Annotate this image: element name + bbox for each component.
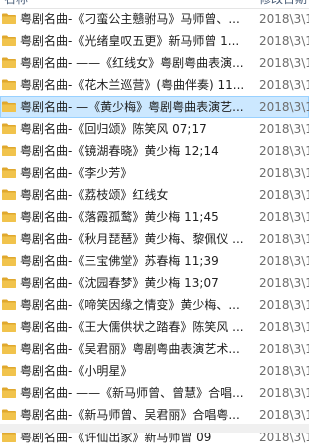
file-date-modified: 2018\3\1 <box>259 386 309 400</box>
file-name: 粤剧名曲-《沈园春梦》黄少梅 13;07 <box>20 276 219 290</box>
folder-icon <box>2 365 16 376</box>
file-name: 粤剧名曲-《三宝佛堂》苏春梅 11;39 <box>20 254 219 268</box>
folder-icon <box>2 233 16 244</box>
file-date-modified: 2018\3\1 <box>259 254 309 268</box>
file-row[interactable]: 粤剧名曲-《刁蛮公主戆驸马》马师曾、... 2018\3\1 <box>0 8 309 30</box>
file-row[interactable]: 粤剧名曲-《荔枝颂》红线女 2018\3\1 <box>0 184 309 206</box>
folder-icon <box>2 255 16 266</box>
file-row[interactable]: 粤剧名曲-《秋月琵琶》黄少梅、黎佩仪 ... 2018\3\1 <box>0 228 309 250</box>
file-date-modified: 2018\3\1 <box>259 298 309 312</box>
file-date-modified: 2018\3\1 <box>259 34 309 48</box>
file-row[interactable]: 粤剧名曲-《落霞孤鹜》黄少梅 11;45 2018\3\1 <box>0 206 309 228</box>
folder-icon <box>2 387 16 398</box>
file-date-modified: 2018\3\1 <box>259 166 309 180</box>
folder-icon <box>2 57 16 68</box>
file-name: 粤剧名曲-《小明星》 <box>20 364 133 378</box>
file-row[interactable]: 粤剧名曲-《啼笑因缘之情变》黄少梅、... 2018\3\1 <box>0 294 309 316</box>
name-column-header[interactable]: 名称 <box>4 0 28 8</box>
date-modified-column-header[interactable]: 修改日期 <box>259 0 307 8</box>
horizontal-scrollbar[interactable] <box>0 424 309 433</box>
file-date-modified: 2018\3\1 <box>259 320 309 334</box>
file-row[interactable]: 粤剧名曲-《沈园春梦》黄少梅 13;07 2018\3\1 <box>0 272 309 294</box>
folder-icon <box>2 211 16 222</box>
file-row[interactable]: 粤剧名曲-《花木兰巡营》(粤曲伴奏) 11... 2018\3\1 <box>0 74 309 96</box>
file-name: 粤剧名曲-《李少芳》 <box>20 166 133 180</box>
file-row[interactable]: 粤剧名曲-《小明星》 2018\3\1 <box>0 360 309 382</box>
file-row[interactable]: 粤剧名曲-《回归颂》陈笑风 07;17 2018\3\1 <box>0 118 309 140</box>
file-date-modified: 2018\3\1 <box>259 364 309 378</box>
file-row[interactable]: 粤剧名曲-《新马师曾、吴君丽》合唱粤... 2018\3\1 <box>0 404 309 426</box>
file-name: 粤剧名曲-《光绪皇叹五更》新马师曾 1... <box>20 34 240 48</box>
file-date-modified: 2018\3\1 <box>259 122 309 136</box>
file-name: 粤剧名曲- —《黄少梅》粤剧粤曲表演艺... <box>20 100 244 114</box>
file-name: 粤剧名曲-《荔枝颂》红线女 <box>20 188 169 202</box>
folder-icon <box>2 409 16 420</box>
file-row[interactable]: 粤剧名曲-《镜湖春晓》黄少梅 12;14 2018\3\1 <box>0 140 309 162</box>
file-name: 粤剧名曲-《吴君丽》粤剧粤曲表演艺术... <box>20 342 240 356</box>
file-date-modified: 2018\3\1 <box>259 12 309 26</box>
file-name: 粤剧名曲-《镜湖春晓》黄少梅 12;14 <box>20 144 219 158</box>
file-name: 粤剧名曲-《秋月琵琶》黄少梅、黎佩仪 ... <box>20 232 244 246</box>
folder-icon <box>2 145 16 156</box>
file-row[interactable]: 粤剧名曲-《三宝佛堂》苏春梅 11;39 2018\3\1 <box>0 250 309 272</box>
file-name: 粤剧名曲-《刁蛮公主戆驸马》马师曾、... <box>20 12 240 26</box>
file-date-modified: 2018\3\1 <box>259 144 309 158</box>
folder-icon <box>2 277 16 288</box>
file-date-modified: 2018\3\1 <box>259 276 309 290</box>
file-name: 粤剧名曲- ——《红线女》粤剧粤曲表演... <box>20 56 244 70</box>
file-row[interactable]: 粤剧名曲-《李少芳》 2018\3\1 <box>0 162 309 184</box>
file-name: 粤剧名曲-《花木兰巡营》(粤曲伴奏) 11... <box>20 78 245 92</box>
file-name: 粤剧名曲-《啼笑因缘之情变》黄少梅、... <box>20 298 240 312</box>
file-date-modified: 2018\3\1 <box>259 232 309 246</box>
folder-icon <box>2 299 16 310</box>
file-row[interactable]: 粤剧名曲-《光绪皇叹五更》新马师曾 1... 2018\3\1 <box>0 30 309 52</box>
file-date-modified: 2018\3\1 <box>259 408 309 422</box>
folder-icon <box>2 189 16 200</box>
file-date-modified: 2018\3\1 <box>259 342 309 356</box>
folder-icon <box>2 321 16 332</box>
file-row[interactable]: 粤剧名曲- ——《新马师曾、曾慧》合唱... 2018\3\1 <box>0 382 309 404</box>
file-name: 粤剧名曲-《落霞孤鹜》黄少梅 11;45 <box>20 210 219 224</box>
folder-icon <box>2 79 16 90</box>
file-name: 粤剧名曲-《回归颂》陈笑风 07;17 <box>20 122 207 136</box>
folder-icon <box>2 123 16 134</box>
file-row[interactable]: 粤剧名曲- ——《红线女》粤剧粤曲表演... 2018\3\1 <box>0 52 309 74</box>
folder-icon <box>2 101 16 112</box>
file-row[interactable]: 粤剧名曲-《王大儒供状之踏春》陈笑风 ... 2018\3\1 <box>0 316 309 338</box>
file-date-modified: 2018\3\1 <box>259 56 309 70</box>
folder-icon <box>2 167 16 178</box>
file-date-modified: 2018\3\1 <box>259 210 309 224</box>
file-list: 粤剧名曲-《刁蛮公主戆驸马》马师曾、... 2018\3\1 粤剧名曲-《光绪皇叹五… <box>0 8 309 448</box>
file-row[interactable]: 粤剧名曲- —《黄少梅》粤剧粤曲表演艺... 2018\3\1 <box>0 96 309 118</box>
file-name: 粤剧名曲-《新马师曾、吴君丽》合唱粤... <box>20 408 240 422</box>
folder-icon <box>2 35 16 46</box>
file-name: 粤剧名曲- ——《新马师曾、曾慧》合唱... <box>20 386 244 400</box>
file-date-modified: 2018\3\1 <box>259 100 309 114</box>
file-name: 粤剧名曲-《王大儒供状之踏春》陈笑风 ... <box>20 320 244 334</box>
file-row[interactable]: 粤剧名曲-《吴君丽》粤剧粤曲表演艺术... 2018\3\1 <box>0 338 309 360</box>
file-date-modified: 2018\3\1 <box>259 78 309 92</box>
folder-icon <box>2 343 16 354</box>
folder-icon <box>2 13 16 24</box>
file-date-modified: 2018\3\1 <box>259 188 309 202</box>
